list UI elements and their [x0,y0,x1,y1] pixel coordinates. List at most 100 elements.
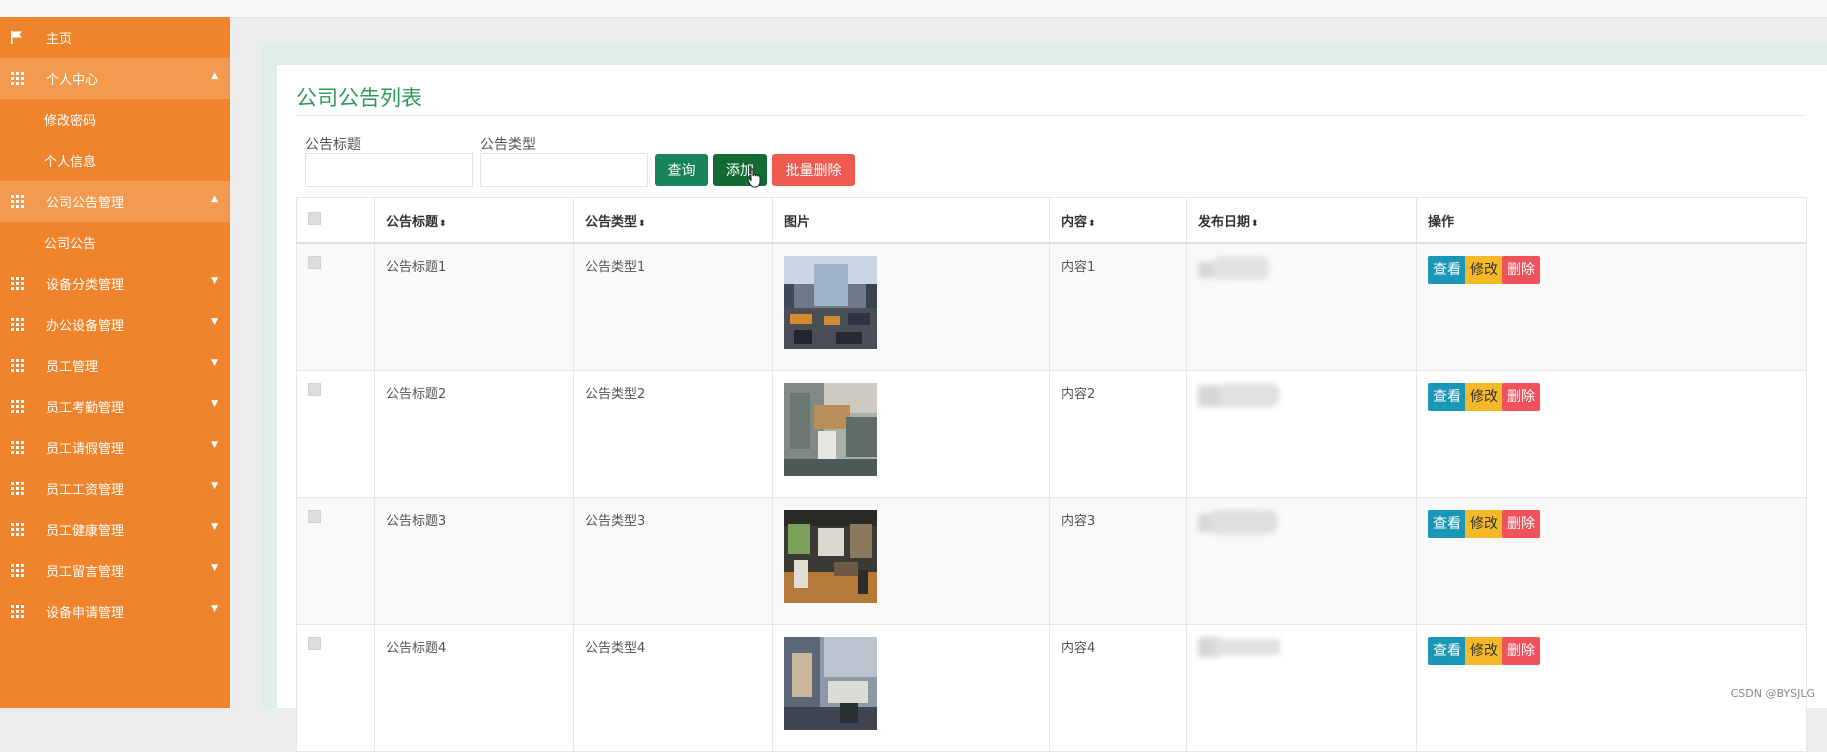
edit-button[interactable]: 修改 [1465,510,1503,538]
sidebar-item-salary[interactable]: 员工工资管理 ▼ [0,468,230,509]
actions-cell: 查看 修改 删除 [1416,497,1807,625]
title-cell: 公告标题4 [374,624,574,752]
sidebar-subitem-announcements[interactable]: 公司公告 [0,222,230,263]
sidebar-item-office-equipment[interactable]: 办公设备管理 ▼ [0,304,230,345]
type-cell: 公告类型2 [573,370,773,498]
table-header-row: 公告标题⬍ 公告类型⬍ 图片 内容⬍ 发布日期⬍ 操作 [296,197,1807,244]
sidebar-item-label: 设备分类管理 [46,278,125,293]
sidebar-item-label: 员工留言管理 [46,565,125,580]
chevron-down-icon: ▼ [211,563,218,573]
grid-icon [9,317,25,333]
sidebar-subitem-personal-info[interactable]: 个人信息 [0,140,230,181]
date-cell [1186,624,1417,752]
flag-icon [9,30,25,46]
actions-cell: 查看 修改 删除 [1416,242,1807,371]
row-select-cell [296,370,375,498]
delete-button[interactable]: 删除 [1502,383,1540,411]
view-button[interactable]: 查看 [1428,637,1466,665]
sidebar-item-label: 员工健康管理 [46,524,125,539]
chevron-down-icon: ▼ [211,358,218,368]
chevron-down-icon: ▼ [211,440,218,450]
chevron-up-icon: ▲ [211,194,218,204]
sidebar-item-home[interactable]: 主页 [0,17,230,58]
sidebar: 主页 个人中心 ▲ 修改密码 个人信息 公司公告管理 ▲ 公司公告 设备分类管理… [0,17,230,708]
image-cell [772,242,1050,371]
batch-delete-button[interactable]: 批量删除 [772,154,855,186]
sidebar-item-label: 办公设备管理 [46,319,125,334]
row-select-cell [296,624,375,752]
image-cell [772,497,1050,625]
row-checkbox[interactable] [308,510,321,523]
date-cell [1186,242,1417,371]
query-button[interactable]: 查询 [655,154,708,186]
column-header-title[interactable]: 公告标题⬍ [374,197,574,244]
sort-icon[interactable]: ⬍ [638,219,646,229]
blurred-date [1198,383,1284,407]
title-cell: 公告标题2 [374,370,574,498]
actions-cell: 查看 修改 删除 [1416,370,1807,498]
sidebar-item-personal-center[interactable]: 个人中心 ▲ [0,58,230,99]
view-button[interactable]: 查看 [1428,510,1466,538]
sort-icon[interactable]: ⬍ [1251,219,1259,229]
content-cell: 内容3 [1049,497,1187,625]
delete-button[interactable]: 删除 [1502,637,1540,665]
title-cell: 公告标题1 [374,242,574,371]
sidebar-item-announcement-management[interactable]: 公司公告管理 ▲ [0,181,230,222]
date-cell [1186,370,1417,498]
sidebar-item-equipment-category[interactable]: 设备分类管理 ▼ [0,263,230,304]
view-button[interactable]: 查看 [1428,256,1466,284]
chevron-down-icon: ▼ [211,604,218,614]
sidebar-item-equipment-request[interactable]: 设备申请管理 ▼ [0,591,230,632]
select-all-checkbox[interactable] [308,211,321,225]
sidebar-item-label: 员工请假管理 [46,442,125,457]
page-title: 公司公告列表 [296,86,422,110]
image-cell [772,370,1050,498]
sidebar-item-label: 设备申请管理 [46,606,125,621]
edit-button[interactable]: 修改 [1465,256,1503,284]
delete-button[interactable]: 删除 [1502,510,1540,538]
office-photo [784,637,877,730]
row-select-cell [296,242,375,371]
column-header-label: 内容 [1061,214,1088,230]
title-cell: 公告标题3 [374,497,574,625]
table-row: 公告标题2 公告类型2 内容2 查看 修改 删除 [296,370,1807,498]
type-search-input[interactable] [480,153,648,187]
row-select-cell [296,497,375,625]
office-photo [784,383,877,476]
delete-button[interactable]: 删除 [1502,256,1540,284]
announcement-table: 公告标题⬍ 公告类型⬍ 图片 内容⬍ 发布日期⬍ 操作 公告标题1 公告类型1 [296,197,1807,752]
sort-icon[interactable]: ⬍ [1088,219,1096,229]
column-header-date[interactable]: 发布日期⬍ [1186,197,1417,244]
type-cell: 公告类型4 [573,624,773,752]
edit-button[interactable]: 修改 [1465,637,1503,665]
row-checkbox[interactable] [308,637,321,650]
sidebar-item-label: 主页 [46,32,73,47]
sidebar-item-messages[interactable]: 员工留言管理 ▼ [0,550,230,591]
sidebar-item-leave[interactable]: 员工请假管理 ▼ [0,427,230,468]
grid-icon [9,481,25,497]
grid-icon [9,358,25,374]
row-checkbox[interactable] [308,256,321,269]
sidebar-item-label: 公司公告管理 [46,196,125,211]
row-checkbox[interactable] [308,383,321,396]
chevron-up-icon: ▲ [211,71,218,81]
sidebar-item-attendance[interactable]: 员工考勤管理 ▼ [0,386,230,427]
sidebar-item-health[interactable]: 员工健康管理 ▼ [0,509,230,550]
divider [296,115,1806,116]
date-cell [1186,497,1417,625]
table-row: 公告标题4 公告类型4 内容4 查看 修改 删除 [296,624,1807,752]
sidebar-item-employee[interactable]: 员工管理 ▼ [0,345,230,386]
column-header-label: 发布日期 [1198,214,1251,230]
sidebar-subitem-change-password[interactable]: 修改密码 [0,99,230,140]
grid-icon [9,563,25,579]
sort-icon[interactable]: ⬍ [439,219,447,229]
edit-button[interactable]: 修改 [1465,383,1503,411]
column-header-content[interactable]: 内容⬍ [1049,197,1187,244]
view-button[interactable]: 查看 [1428,383,1466,411]
grid-icon [9,194,25,210]
title-search-input[interactable] [305,153,473,187]
hand-cursor-icon [747,168,761,188]
grid-icon [9,399,25,415]
column-header-type[interactable]: 公告类型⬍ [573,197,773,244]
watermark: CSDN @BYSJLG [1730,687,1815,700]
